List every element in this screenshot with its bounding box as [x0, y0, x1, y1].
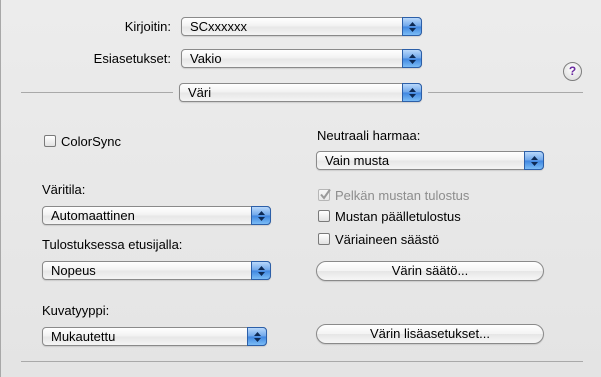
- panel-value: Väri: [188, 85, 212, 100]
- color-mode-popup[interactable]: Automaattinen: [42, 206, 271, 225]
- popup-arrows-icon: [251, 261, 271, 280]
- color-adjust-button[interactable]: Värin säätö...: [316, 261, 544, 281]
- color-mode-value: Automaattinen: [51, 208, 135, 223]
- help-icon: ?: [568, 64, 577, 78]
- neutral-gray-label: Neutraali harmaa:: [317, 128, 421, 143]
- neutral-gray-popup[interactable]: Vain musta: [316, 151, 544, 170]
- black-overprint-label: Mustan päälletulostus: [335, 209, 461, 224]
- printer-value: SCxxxxxx: [190, 19, 248, 34]
- popup-arrows-icon: [402, 83, 422, 102]
- color-mode-label: Väritila:: [42, 182, 86, 197]
- ink-save-label: Väriaineen säästö: [335, 232, 440, 247]
- bottom-separator: [21, 361, 583, 362]
- colorsync-label: ColorSync: [61, 134, 121, 149]
- black-only-checkbox[interactable]: [318, 188, 331, 201]
- separator-right: [428, 92, 583, 93]
- presets-value: Vakio: [190, 51, 222, 66]
- panel-popup[interactable]: Väri: [179, 83, 422, 102]
- help-button[interactable]: ?: [563, 62, 582, 81]
- priority-value: Nopeus: [51, 263, 96, 278]
- ink-save-checkbox[interactable]: [318, 233, 330, 245]
- presets-label: Esiasetukset:: [93, 51, 171, 66]
- popup-arrows-icon: [402, 17, 422, 36]
- popup-arrows-icon: [402, 49, 422, 68]
- print-dialog-color-panel: Kirjoitin: SCxxxxxx Esiasetukset: Vakio …: [0, 0, 601, 377]
- black-only-label: Pelkän mustan tulostus: [335, 188, 470, 203]
- advanced-color-button[interactable]: Värin lisäasetukset...: [316, 324, 544, 344]
- presets-popup[interactable]: Vakio: [181, 49, 422, 68]
- image-type-popup[interactable]: Mukautettu: [42, 327, 267, 346]
- popup-arrows-icon: [524, 151, 544, 170]
- popup-arrows-icon: [251, 206, 271, 225]
- checkmark-icon: [320, 188, 331, 200]
- priority-popup[interactable]: Nopeus: [42, 261, 271, 280]
- printer-popup[interactable]: SCxxxxxx: [181, 17, 422, 36]
- image-type-value: Mukautettu: [51, 329, 116, 344]
- printer-label: Kirjoitin:: [124, 19, 171, 34]
- black-overprint-checkbox[interactable]: [318, 210, 330, 222]
- image-type-label: Kuvatyyppi:: [42, 303, 110, 318]
- separator-left: [21, 92, 173, 93]
- priority-label: Tulostuksessa etusijalla:: [42, 237, 183, 252]
- neutral-gray-value: Vain musta: [325, 153, 390, 168]
- popup-arrows-icon: [247, 327, 267, 346]
- colorsync-checkbox[interactable]: [44, 135, 56, 147]
